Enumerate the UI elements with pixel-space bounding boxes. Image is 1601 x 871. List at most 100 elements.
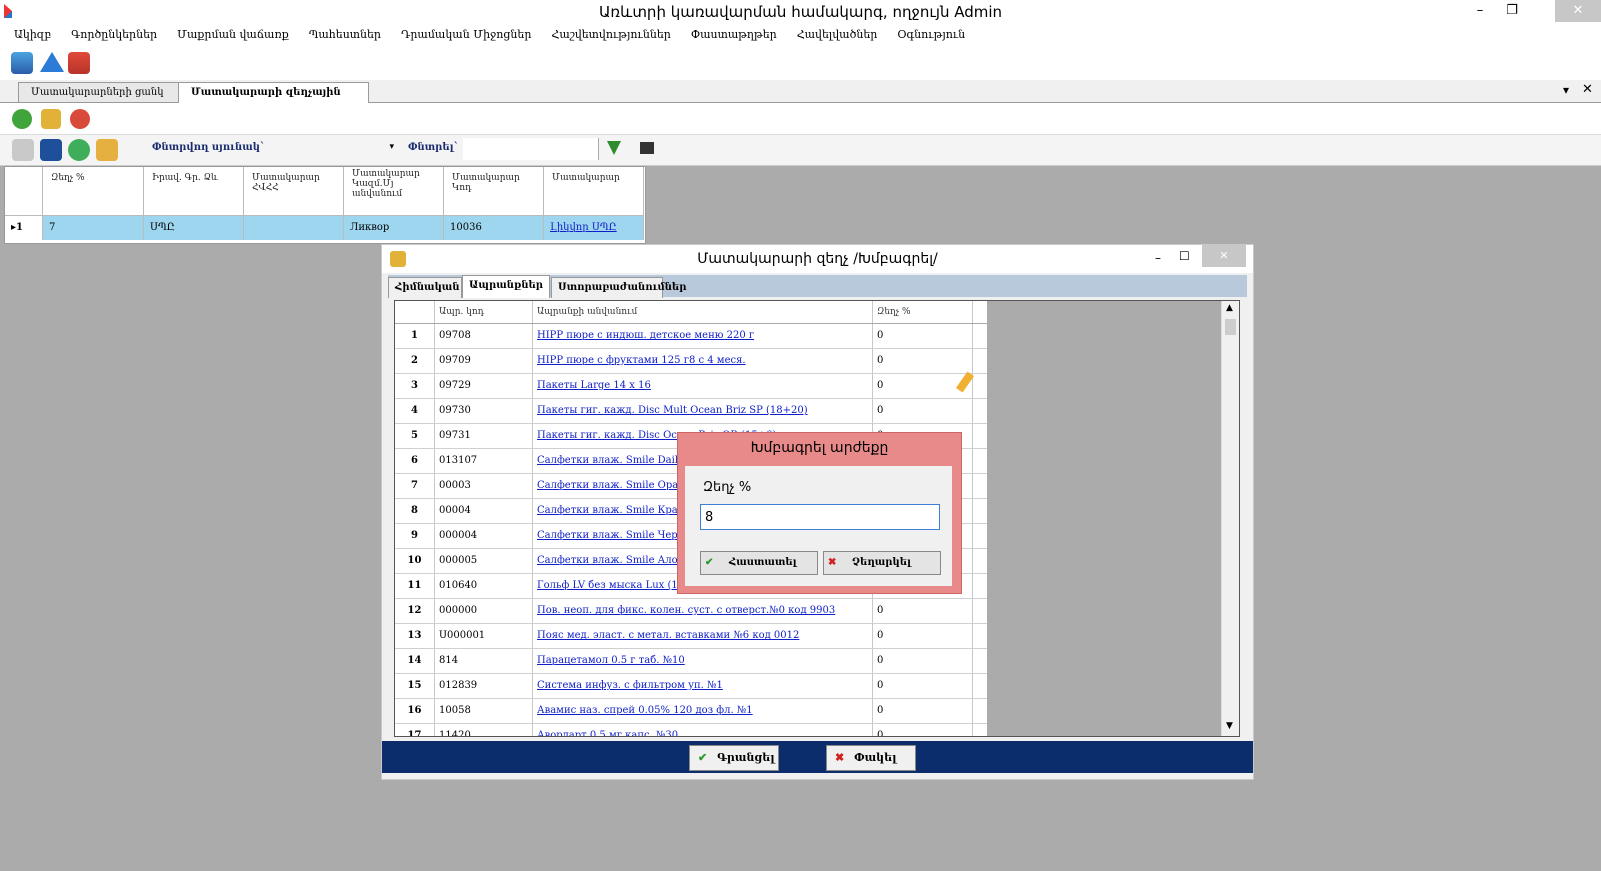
menu-item-start[interactable]: Ակիզբ [4, 24, 61, 46]
header-discount[interactable]: Զեղչ % [873, 301, 973, 323]
excel-icon[interactable] [12, 139, 34, 161]
cell-code[interactable]: 10036 [444, 216, 544, 240]
cell-product-code[interactable]: 09731 [435, 424, 533, 448]
cell-product-code[interactable]: 11420 [435, 724, 533, 736]
menu-item-partners[interactable]: Գործընկերներ [61, 24, 167, 46]
discount-value-input[interactable]: 8 [700, 504, 940, 530]
cell-discount[interactable]: 0 [873, 624, 973, 648]
hierarchy-icon[interactable] [640, 142, 654, 154]
cell-product-code[interactable]: 10058 [435, 699, 533, 723]
dialog-close-button[interactable]: ✕ [1202, 245, 1246, 267]
cell-discount[interactable]: 0 [873, 674, 973, 698]
refresh-icon[interactable] [40, 139, 62, 161]
add-icon[interactable] [12, 109, 32, 129]
table-row[interactable]: 1 09708 HIPP пюре с индюш. детское меню 22… [395, 324, 987, 349]
menu-item-help[interactable]: Օգնություն [887, 24, 975, 46]
delete-icon[interactable] [70, 109, 90, 129]
cell-discount[interactable]: 0 [873, 399, 973, 423]
cancel-button[interactable]: ✖ Չեղարկել [823, 551, 941, 575]
tabs-dropdown-icon[interactable]: ▾ [1563, 83, 1569, 97]
cell-discount[interactable]: 0 [873, 724, 973, 736]
cell-product-code[interactable]: 09709 [435, 349, 533, 373]
cell-product-name-link[interactable]: HIPP пюре с фруктами 125 г8 с 4 меся. [533, 349, 873, 373]
tab-general[interactable]: Հիմնական [388, 277, 462, 298]
table-row[interactable]: 15 012839 Система инфуз. с фильтром уп. №1… [395, 674, 987, 699]
cell-discount[interactable]: 7 [43, 216, 144, 240]
cell-product-name-link[interactable]: Авамис наз. спрей 0.05% 120 доз фл. №1 [533, 699, 873, 723]
cell-discount[interactable]: 0 [873, 324, 973, 348]
cell-supplier-link[interactable]: Լիկվոր ՍՊԸ [544, 216, 644, 240]
header-product-name[interactable]: Ապրանքի անվանում [533, 301, 873, 323]
menu-item-cash[interactable]: Դրամական Միջոցներ [391, 24, 541, 46]
cell-product-code[interactable]: 013107 [435, 449, 533, 473]
menu-item-warehouses[interactable]: Պահեստներ [299, 24, 391, 46]
close-button[interactable]: ✕ [1555, 0, 1601, 22]
header-product-code[interactable]: Ապր. կոդ [435, 301, 533, 323]
dialog-maximize-button[interactable]: ☐ [1179, 249, 1190, 263]
cell-product-name-link[interactable]: HIPP пюре с индюш. детское меню 220 г [533, 324, 873, 348]
cell-product-name-link[interactable]: Пакеты гиг. кажд. Disc Mult Ocean Briz S… [533, 399, 873, 423]
cell-product-code[interactable]: 00003 [435, 474, 533, 498]
cell-product-name-link[interactable]: Пакеты Large 14 x 16 [533, 374, 873, 398]
menu-item-sales[interactable]: Մաքրման վաճառք [167, 24, 299, 46]
grid-header-code[interactable]: Մատակարար Կոդ [444, 167, 544, 216]
filter-input[interactable] [463, 138, 599, 160]
cell-product-code[interactable]: 09729 [435, 374, 533, 398]
cell-legal-form[interactable]: ՍՊԸ [144, 216, 244, 240]
table-row[interactable]: 13 Ս000001 Пояс мед. эласт. с метал. встав… [395, 624, 987, 649]
cell-product-name-link[interactable]: Пов. неоп. для фикс. колен. суст. с отве… [533, 599, 873, 623]
table-row[interactable]: 17 11420 Авордарт 0.5 мг капс. №30 0 [395, 724, 987, 736]
cell-discount[interactable]: 0 [873, 599, 973, 623]
table-row[interactable]: 3 09729 Пакеты Large 14 x 16 0 [395, 374, 987, 399]
cell-discount[interactable]: 0 [873, 349, 973, 373]
tab-products[interactable]: Ապրանքներ [462, 275, 550, 298]
play-icon[interactable] [68, 139, 90, 161]
filter-column-select[interactable]: ▾ [266, 138, 398, 160]
cell-product-code[interactable]: 09708 [435, 324, 533, 348]
cell-product-code[interactable]: 814 [435, 649, 533, 673]
edit-icon[interactable] [41, 109, 61, 129]
cell-product-code[interactable]: 000004 [435, 524, 533, 548]
cell-discount[interactable]: 0 [873, 699, 973, 723]
filter-funnel-icon[interactable] [607, 141, 621, 155]
minimize-button[interactable]: – [1465, 0, 1495, 22]
menu-item-apps[interactable]: Հավելվածներ [787, 24, 888, 46]
cell-product-code[interactable]: Ս000001 [435, 624, 533, 648]
users-icon[interactable] [96, 139, 118, 161]
cell-product-code[interactable]: 010640 [435, 574, 533, 598]
confirm-button[interactable]: ✔ Հաստատել [700, 551, 818, 575]
save-button[interactable]: ✔ Գրանցել [689, 745, 779, 771]
pyramid-icon[interactable] [40, 52, 64, 72]
close-dialog-button[interactable]: ✖ Փակել [826, 745, 916, 771]
scroll-up-icon[interactable]: ▲ [1226, 303, 1233, 313]
cell-product-name-link[interactable]: Пояс мед. эласт. с метал. вставками №6 к… [533, 624, 873, 648]
grid-header-legal-form[interactable]: Իրավ. Գր. Ձև [144, 167, 244, 216]
table-row[interactable]: 14 814 Парацетамол 0.5 г таб. №10 0 [395, 649, 987, 674]
scroll-down-icon[interactable]: ▼ [1226, 721, 1233, 731]
grid-header-discount[interactable]: Զեղչ % [43, 167, 144, 216]
menu-item-documents[interactable]: Փաստաթղթեր [681, 24, 787, 46]
restore-button[interactable]: ❐ [1497, 0, 1527, 22]
cell-product-code[interactable]: 012839 [435, 674, 533, 698]
cell-product-name-link[interactable]: Система инфуз. с фильтром уп. №1 [533, 674, 873, 698]
cell-product-code[interactable]: 000005 [435, 549, 533, 573]
tab-close-icon[interactable]: ✕ [1582, 82, 1593, 97]
menu-item-reports[interactable]: Հաշվետվություններ [541, 24, 680, 46]
store-icon[interactable] [11, 52, 33, 74]
cell-product-code[interactable]: 00004 [435, 499, 533, 523]
cell-product-name-link[interactable]: Парацетамол 0.5 г таб. №10 [533, 649, 873, 673]
cell-tax-id[interactable] [244, 216, 344, 240]
cell-discount[interactable]: 0 [873, 649, 973, 673]
tab-supplier-list[interactable]: Մատակարարների ցանկ [18, 82, 184, 102]
cell-product-name-link[interactable]: Авордарт 0.5 мг капс. №30 [533, 724, 873, 736]
grid-header-short-name[interactable]: Մատակարար Կազմ.Մյ անվանում [344, 167, 444, 216]
cell-product-code[interactable]: 000000 [435, 599, 533, 623]
house-icon[interactable] [68, 52, 90, 74]
scroll-thumb[interactable] [1225, 319, 1236, 335]
table-row[interactable]: 2 09709 HIPP пюре с фруктами 125 г8 с 4 ме… [395, 349, 987, 374]
cell-product-code[interactable]: 09730 [435, 399, 533, 423]
table-row[interactable]: 4 09730 Пакеты гиг. кажд. Disc Mult Ocean … [395, 399, 987, 424]
products-scrollbar[interactable]: ▲ ▼ [1221, 301, 1239, 736]
tab-departments[interactable]: Ստորաբաժանումներ [551, 277, 686, 298]
table-row[interactable]: 12 000000 Пов. неоп. для фикс. колен. суст… [395, 599, 987, 624]
